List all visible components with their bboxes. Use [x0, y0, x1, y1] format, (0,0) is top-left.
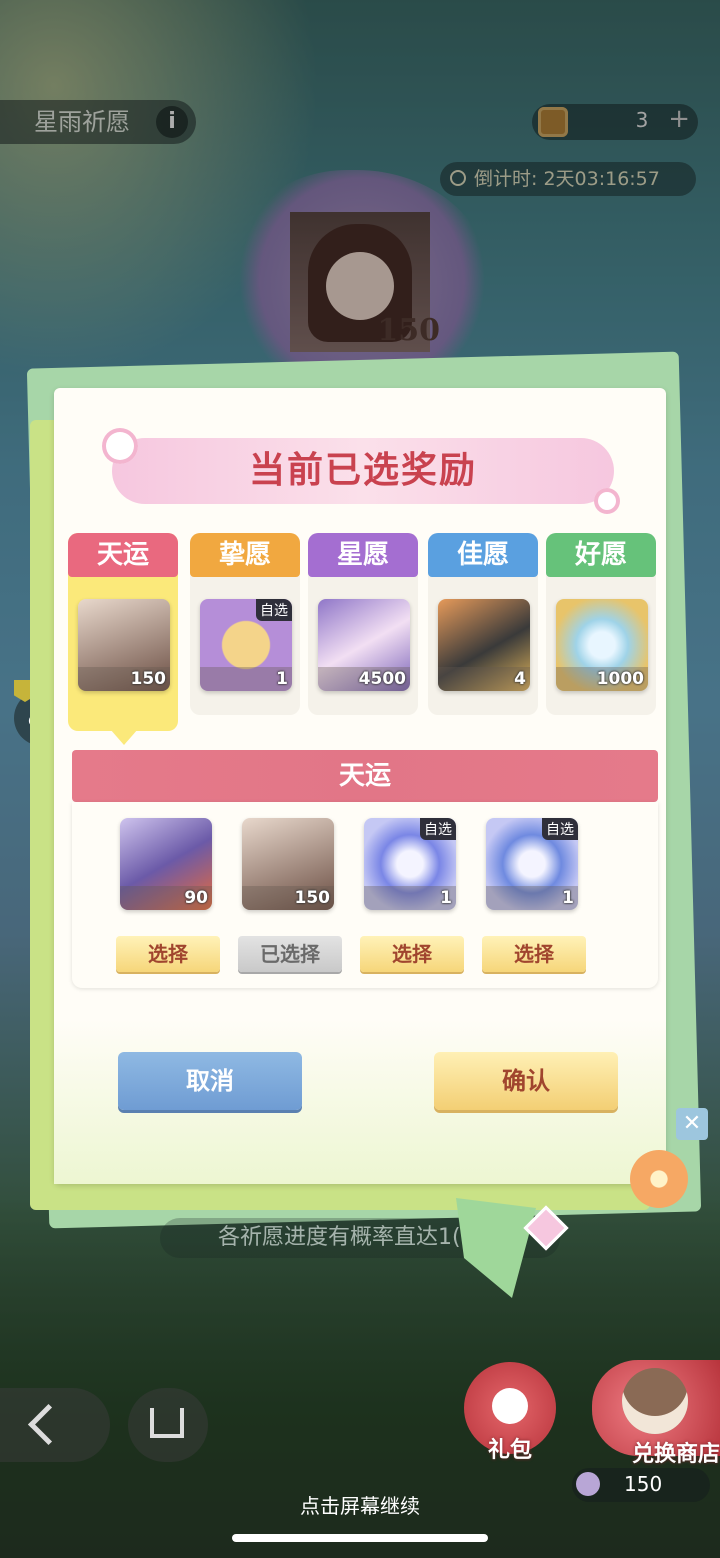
category-tab-label: 好愿: [546, 533, 656, 577]
reward-item-scroll: 4: [438, 599, 530, 691]
reward-item-gem: 1000: [556, 599, 648, 691]
option-weapon[interactable]: 90: [120, 818, 212, 910]
dialog-title-banner: 当前已选奖励: [102, 428, 620, 514]
category-haoyuan[interactable]: 好愿 1000: [546, 533, 656, 715]
self-select-tag: 自选: [542, 818, 578, 840]
category-zhiyuan[interactable]: 挚愿 自选 1: [190, 533, 300, 715]
category-xingyuan[interactable]: 星愿 4500: [308, 533, 418, 715]
back-button[interactable]: [0, 1388, 110, 1462]
back-icon: [27, 1403, 70, 1446]
option-spirit-orb[interactable]: 自选 1: [364, 818, 456, 910]
item-count: 1: [440, 888, 452, 908]
item-count: 1: [562, 888, 574, 908]
item-count: 4: [514, 669, 526, 689]
reward-item-coin: 自选 1: [200, 599, 292, 691]
flower-icon: [102, 428, 138, 464]
item-count: 1: [276, 669, 288, 689]
home-icon: [150, 1408, 184, 1438]
item-count: 150: [294, 888, 331, 908]
item-count: 1000: [596, 669, 644, 689]
confirm-button[interactable]: 确认: [434, 1052, 618, 1110]
selected-button[interactable]: 已选择: [238, 936, 342, 972]
category-tab-label: 星愿: [308, 533, 418, 577]
tap-to-continue[interactable]: 点击屏幕继续: [0, 1490, 720, 1519]
select-button[interactable]: 选择: [116, 936, 220, 972]
section-title: 天运: [72, 750, 658, 802]
close-icon[interactable]: ✕: [676, 1108, 708, 1140]
category-tianyun[interactable]: 天运 150: [68, 533, 178, 745]
item-count: 4500: [358, 669, 406, 689]
reward-item-crystal: 4500: [318, 599, 410, 691]
category-tab-label: 佳愿: [428, 533, 538, 577]
flower-decoration: [630, 1150, 688, 1208]
category-tab-label: 天运: [68, 533, 178, 577]
selected-pointer: [110, 729, 138, 745]
option-character[interactable]: 150: [242, 818, 334, 910]
home-button[interactable]: [128, 1388, 208, 1462]
gift-pack-label: 礼包: [487, 1438, 532, 1463]
option-dragon-orb[interactable]: 自选 1: [486, 818, 578, 910]
exchange-shop-label: 兑换商店: [631, 1442, 720, 1467]
self-select-tag: 自选: [420, 818, 456, 840]
item-count: 150: [130, 669, 167, 689]
select-button[interactable]: 选择: [482, 936, 586, 972]
flower-icon: [594, 488, 620, 514]
category-tab-label: 挚愿: [190, 533, 300, 577]
dialog-title: 当前已选奖励: [248, 450, 477, 491]
gift-bag-icon: [492, 1388, 528, 1424]
select-button[interactable]: 选择: [360, 936, 464, 972]
reward-item-character: 150: [78, 599, 170, 691]
cancel-button[interactable]: 取消: [118, 1052, 302, 1110]
shop-mascot-icon: [622, 1368, 688, 1434]
category-jiayuan[interactable]: 佳愿 4: [428, 533, 538, 715]
item-count: 90: [184, 888, 208, 908]
self-select-tag: 自选: [256, 599, 292, 621]
home-indicator[interactable]: [232, 1534, 488, 1542]
